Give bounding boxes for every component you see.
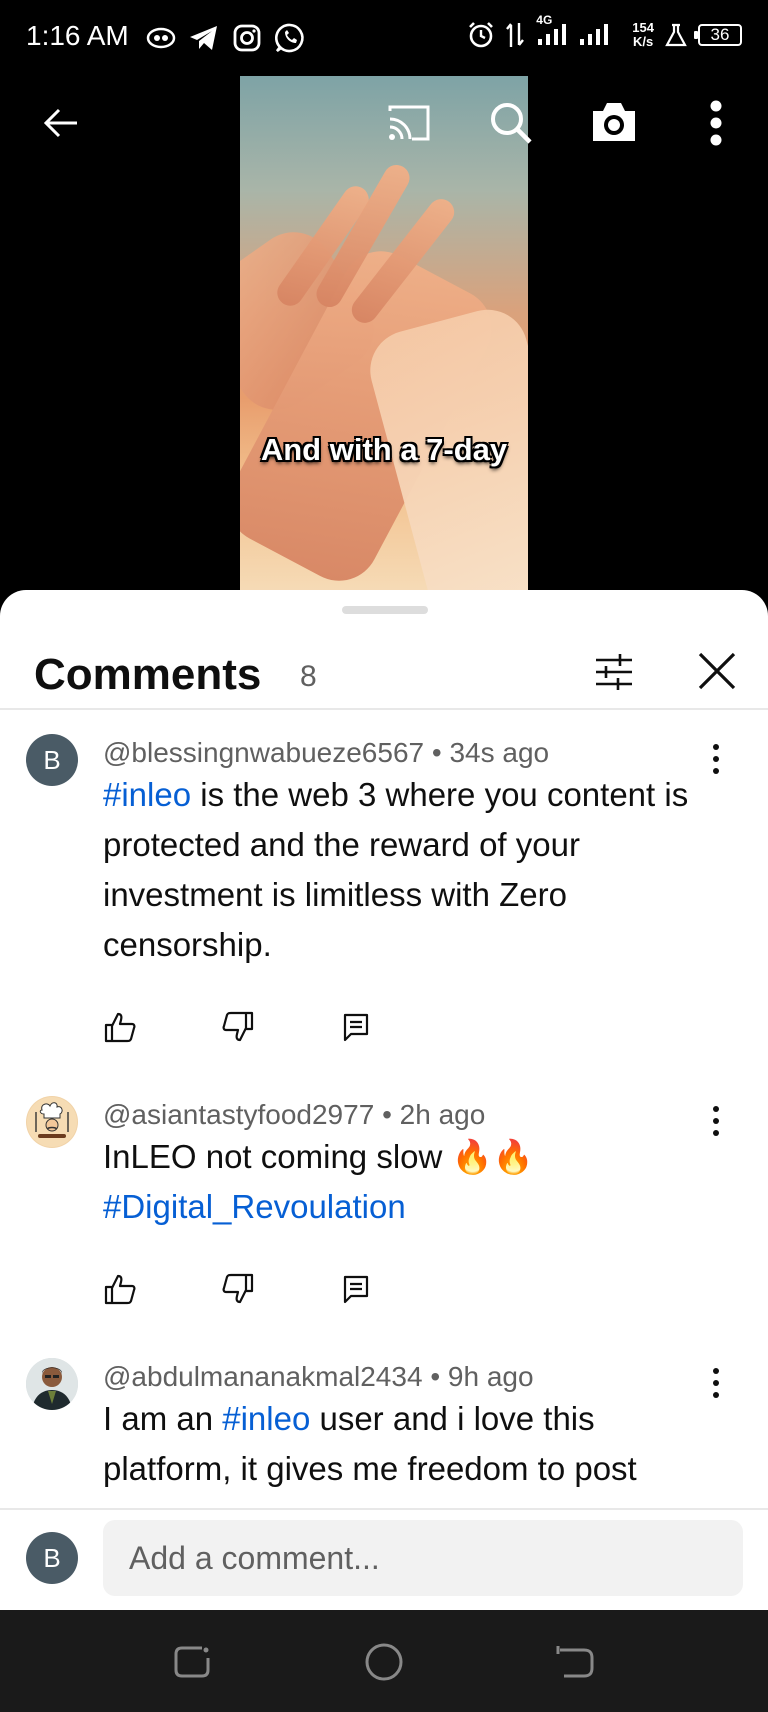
telegram-icon <box>190 26 217 50</box>
search-icon <box>491 103 532 144</box>
comment-body: InLEO not coming slow 🔥🔥 <box>103 1138 534 1175</box>
add-comment-input[interactable] <box>103 1520 743 1596</box>
hashtag-link[interactable]: #Digital_Revoulation <box>103 1188 406 1225</box>
status-bar: 1:16 AM 4G 154 K/s 36 <box>0 0 768 76</box>
drag-handle[interactable] <box>342 606 428 614</box>
comment-more-button[interactable] <box>704 1104 728 1144</box>
comments-list: B @blessingnwabueze6567 • 34s ago #inleo… <box>0 710 768 1500</box>
comment-author[interactable]: @asiantastyfood2977 <box>103 1099 374 1130</box>
comments-sheet: Comments 8 B @blessingnwabueze6567 • 34s… <box>0 590 768 1610</box>
comment-body-start: I am an <box>103 1400 223 1437</box>
comment-body: is the web 3 where you content is protec… <box>103 776 689 963</box>
add-comment-bar: B <box>0 1508 768 1610</box>
like-icon[interactable] <box>103 1010 137 1044</box>
home-button[interactable] <box>362 1640 406 1684</box>
network-speed-unit: K/s <box>633 34 654 49</box>
network-type: 4G <box>536 12 553 27</box>
status-system-icons: 4G 154 K/s 36 <box>466 13 742 50</box>
comment-author-line: @abdulmananakmal2434 • 9h ago <box>103 1361 534 1393</box>
status-time: 1:16 AM <box>26 20 129 51</box>
more-vert-icon <box>710 100 722 146</box>
meta-separator: • <box>430 1361 448 1392</box>
current-user-avatar: B <box>26 1532 78 1584</box>
cast-icon <box>388 105 430 141</box>
app-notification-icon <box>146 27 176 49</box>
dislike-icon[interactable] <box>221 1010 255 1044</box>
user-photo-icon <box>26 1358 78 1410</box>
close-comments-button[interactable] <box>694 648 742 696</box>
close-icon <box>698 652 736 690</box>
comment-text: InLEO not coming slow 🔥🔥 #Digital_Revoul… <box>103 1132 703 1232</box>
comment-author[interactable]: @blessingnwabueze6567 <box>103 737 424 768</box>
like-icon[interactable] <box>103 1272 137 1306</box>
data-transfer-icon <box>506 23 525 47</box>
video-caption: And with a 7-day <box>260 432 508 467</box>
comments-count: 8 <box>300 660 317 693</box>
network-speed: 154 K/s <box>632 21 654 49</box>
dislike-icon[interactable] <box>221 1272 255 1306</box>
avatar[interactable] <box>26 1096 78 1148</box>
comment-time: 2h ago <box>399 1099 486 1130</box>
avatar[interactable]: B <box>26 734 78 786</box>
more-vert-icon <box>713 1106 719 1136</box>
reply-icon[interactable] <box>339 1010 373 1044</box>
comments-header: Comments 8 <box>0 620 768 710</box>
back-arrow-icon <box>43 108 77 138</box>
flask-icon <box>665 23 687 47</box>
search-button[interactable] <box>486 98 536 148</box>
comment-more-button[interactable] <box>704 1366 728 1406</box>
comment-author-line: @asiantastyfood2977 • 2h ago <box>103 1099 485 1131</box>
video-player[interactable]: And with a 7-day <box>0 76 768 596</box>
back-button[interactable] <box>38 100 84 146</box>
instagram-icon <box>233 24 261 52</box>
recent-apps-button[interactable] <box>170 1640 214 1684</box>
reply-icon[interactable] <box>339 1272 373 1306</box>
comments-title: Comments <box>34 650 262 699</box>
meta-separator: • <box>382 1099 400 1130</box>
comment-actions <box>103 1010 457 1044</box>
recent-apps-icon <box>174 1646 210 1678</box>
comment-time: 34s ago <box>449 737 550 768</box>
back-nav-icon <box>556 1646 594 1678</box>
chef-logo-icon <box>27 1097 77 1147</box>
comment-more-button[interactable] <box>704 742 728 782</box>
hashtag-link[interactable]: #inleo <box>103 776 191 813</box>
avatar[interactable] <box>26 1358 78 1410</box>
more-vert-icon <box>713 744 719 774</box>
comment-author-line: @blessingnwabueze6567 • 34s ago <box>103 737 549 769</box>
filter-icon <box>596 654 632 690</box>
sort-filter-button[interactable] <box>592 650 636 694</box>
video-frame: And with a 7-day <box>240 76 528 596</box>
comment-text: I am an #inleo user and i love this plat… <box>103 1394 703 1494</box>
cast-button[interactable] <box>384 100 434 146</box>
back-nav-button[interactable] <box>554 1640 598 1684</box>
comment-time: 9h ago <box>447 1361 534 1392</box>
camera-button[interactable] <box>588 96 640 148</box>
status-notification-icons <box>146 22 306 54</box>
network-speed-value: 154 <box>632 20 654 35</box>
signal-4g: 4G <box>534 13 622 50</box>
battery-indicator: 36 <box>694 24 742 46</box>
whatsapp-icon <box>274 23 304 53</box>
more-vert-icon <box>713 1368 719 1398</box>
system-navigation-bar <box>0 1610 768 1712</box>
comment-author[interactable]: @abdulmananakmal2434 <box>103 1361 423 1392</box>
alarm-icon <box>469 22 494 48</box>
more-options-button[interactable] <box>704 98 728 148</box>
home-circle-icon <box>365 1643 403 1681</box>
comment-actions <box>103 1272 457 1306</box>
hashtag-link[interactable]: #inleo <box>222 1400 310 1437</box>
comment-text: #inleo is the web 3 where you content is… <box>103 770 703 970</box>
camera-icon <box>593 103 635 141</box>
meta-separator: • <box>431 737 450 768</box>
